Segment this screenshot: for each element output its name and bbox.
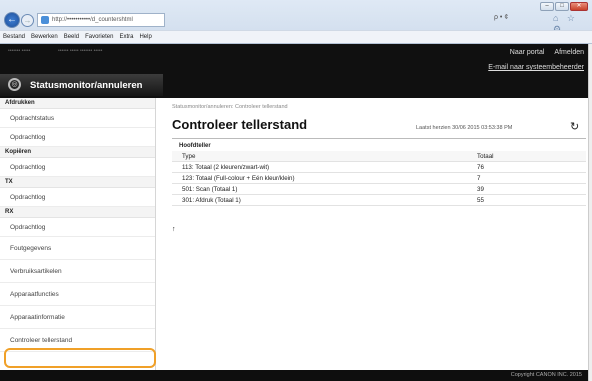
menu-item-bestand[interactable]: Bestand: [3, 31, 25, 43]
address-text: http://•••••••••••/d_countershtml: [52, 17, 133, 23]
sidebar-section-afdrukken: Afdrukken: [0, 98, 155, 109]
footer: Copyright CANON INC. 2015: [0, 370, 588, 381]
sidebar: Afdrukken Opdrachtstatus Opdrachtlog Kop…: [0, 98, 156, 370]
status-monitor-icon: ◎: [8, 78, 21, 91]
sidebar-item-rx-job-log[interactable]: Opdrachtlog: [0, 218, 155, 237]
search-refresh-controls[interactable]: ρ • ¢: [494, 14, 508, 21]
vertical-scrollbar[interactable]: [588, 44, 592, 381]
table-row: 501: Scan (Totaal 1) 39: [172, 184, 586, 195]
sidebar-item-device-features[interactable]: Apparaatfuncties: [0, 283, 155, 306]
menu-item-extra[interactable]: Extra: [119, 31, 133, 43]
page-favicon-icon: [41, 16, 49, 24]
device-info: •••••• ••••• ••••••• •••••: [58, 48, 103, 54]
sidebar-section-tx: TX: [0, 177, 155, 188]
column-header-type: Type: [182, 153, 196, 160]
menu-item-bewerken[interactable]: Bewerken: [31, 31, 58, 43]
sidebar-section-kopieren: Kopiëren: [0, 147, 155, 158]
section-title: Statusmonitor/annuleren: [30, 80, 143, 91]
sidebar-item-device-info[interactable]: Apparaatinformatie: [0, 306, 155, 329]
copyright-text: Copyright CANON INC. 2015: [510, 372, 582, 378]
logout-link[interactable]: Afmelden: [554, 49, 584, 56]
table-row: 123: Totaal (Full-colour + Eén kleur/kle…: [172, 173, 586, 184]
counter-value: 55: [477, 197, 484, 204]
forward-arrow-icon[interactable]: →: [21, 14, 34, 27]
table-row: 301: Afdruk (Totaal 1) 55: [172, 195, 586, 206]
page-title: Controleer tellerstand: [172, 117, 308, 132]
window-controls: – □ ✕: [540, 2, 588, 11]
close-button[interactable]: ✕: [570, 2, 588, 11]
table-row: 113: Totaal (2 kleuren/zwart-wit) 76: [172, 162, 586, 173]
counter-type: 301: Afdruk (Totaal 1): [182, 197, 241, 204]
counter-value: 7: [477, 175, 481, 182]
ui-header: ••••••• ••••• •••••• ••••• ••••••• •••••…: [0, 44, 588, 98]
brand-bar: ◎ Statusmonitor/annuleren: [0, 74, 163, 96]
sidebar-section-rx: RX: [0, 207, 155, 218]
sidebar-item-error-info[interactable]: Foutgegevens: [0, 237, 155, 260]
counter-type: 113: Totaal (2 kleuren/zwart-wit): [182, 164, 270, 171]
refresh-icon[interactable]: ↻: [570, 120, 579, 133]
menu-item-favorieten[interactable]: Favorieten: [85, 31, 113, 43]
header-links: Naar portal Afmelden: [510, 49, 584, 56]
email-admin-link[interactable]: E-mail naar systeembeheerder: [488, 64, 584, 71]
counter-group-title: Hoofdteller: [179, 143, 211, 149]
maximize-button[interactable]: □: [555, 2, 569, 11]
sidebar-item-print-job-log[interactable]: Opdrachtlog: [0, 128, 155, 147]
column-header-total: Totaal: [477, 153, 494, 160]
minimize-button[interactable]: –: [540, 2, 554, 11]
sidebar-item-copy-job-log[interactable]: Opdrachtlog: [0, 158, 155, 177]
highlight-callout: [4, 348, 156, 368]
counter-type: 501: Scan (Totaal 1): [182, 186, 238, 193]
back-to-top-icon[interactable]: ↑: [172, 226, 176, 233]
table-header-row: Type Totaal: [172, 151, 586, 162]
menu-item-beeld[interactable]: Beeld: [64, 31, 79, 43]
counter-value: 76: [477, 164, 484, 171]
sidebar-item-consumables[interactable]: Verbruiksartikelen: [0, 260, 155, 283]
counter-table: Type Totaal 113: Totaal (2 kleuren/zwart…: [172, 151, 586, 206]
counter-type: 123: Totaal (Full-colour + Eén kleur/kle…: [182, 175, 295, 182]
portal-link[interactable]: Naar portal: [510, 49, 545, 56]
counter-value: 39: [477, 186, 484, 193]
browser-chrome: – □ ✕ ← → http://•••••••••••/d_countersh…: [0, 0, 592, 44]
breadcrumb: Statusmonitor/annuleren: Controleer tell…: [172, 104, 288, 110]
title-divider: [172, 138, 586, 139]
address-bar[interactable]: http://•••••••••••/d_countershtml: [37, 13, 165, 27]
sidebar-item-tx-job-log[interactable]: Opdrachtlog: [0, 188, 155, 207]
back-arrow-icon[interactable]: ←: [4, 12, 20, 28]
menu-bar: Bestand Bewerken Beeld Favorieten Extra …: [0, 30, 592, 43]
menu-item-help[interactable]: Help: [139, 31, 151, 43]
last-updated: Laatst herzien 30/06 2015 03:53:38 PM: [416, 125, 513, 131]
device-name: ••••••• •••••: [8, 48, 31, 54]
sidebar-item-print-job-status[interactable]: Opdrachtstatus: [0, 109, 155, 128]
